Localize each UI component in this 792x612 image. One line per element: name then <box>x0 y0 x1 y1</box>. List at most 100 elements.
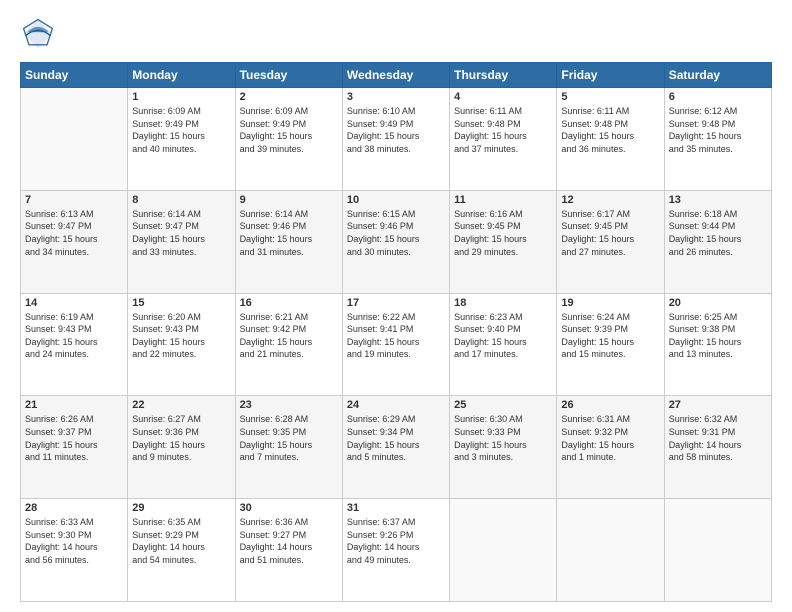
calendar-table: SundayMondayTuesdayWednesdayThursdayFrid… <box>20 62 772 602</box>
day-info: Sunrise: 6:09 AMSunset: 9:49 PMDaylight:… <box>240 105 338 155</box>
day-info: Sunrise: 6:17 AMSunset: 9:45 PMDaylight:… <box>561 208 659 258</box>
day-info: Sunrise: 6:30 AMSunset: 9:33 PMDaylight:… <box>454 413 552 463</box>
calendar-cell: 18 Sunrise: 6:23 AMSunset: 9:40 PMDayligh… <box>450 293 557 396</box>
day-number: 6 <box>669 91 767 103</box>
calendar-cell: 9 Sunrise: 6:14 AMSunset: 9:46 PMDaylight… <box>235 190 342 293</box>
day-number: 7 <box>25 194 123 206</box>
day-number: 19 <box>561 297 659 309</box>
day-number: 28 <box>25 502 123 514</box>
day-number: 20 <box>669 297 767 309</box>
day-number: 22 <box>132 399 230 411</box>
calendar-cell: 21Sunrise: 6:26 AMSunset: 9:37 PMDayligh… <box>21 396 128 499</box>
day-info: Sunrise: 6:10 AMSunset: 9:49 PMDaylight:… <box>347 105 445 155</box>
calendar-day-header: Friday <box>557 63 664 88</box>
calendar-week-row: 28 Sunrise: 6:33 AMSunset: 9:30 PMDayligh… <box>21 499 772 602</box>
day-info: Sunrise: 6:14 AMSunset: 9:46 PMDaylight:… <box>240 208 338 258</box>
logo-icon <box>20 16 56 52</box>
logo <box>20 16 60 52</box>
calendar-cell: 15 Sunrise: 6:20 AMSunset: 9:43 PMDayligh… <box>128 293 235 396</box>
day-info: Sunrise: 6:11 AMSunset: 9:48 PMDaylight:… <box>561 105 659 155</box>
day-info: Sunrise: 6:32 AMSunset: 9:31 PMDaylight:… <box>669 413 767 463</box>
day-number: 27 <box>669 399 767 411</box>
calendar-day-header: Thursday <box>450 63 557 88</box>
calendar-cell: 7 Sunrise: 6:13 AMSunset: 9:47 PMDaylight… <box>21 190 128 293</box>
calendar-day-header: Saturday <box>664 63 771 88</box>
calendar-cell: 20 Sunrise: 6:25 AMSunset: 9:38 PMDayligh… <box>664 293 771 396</box>
day-info: Sunrise: 6:19 AMSunset: 9:43 PMDaylight:… <box>25 311 123 361</box>
day-info: Sunrise: 6:37 AMSunset: 9:26 PMDaylight:… <box>347 516 445 566</box>
calendar-cell: 5 Sunrise: 6:11 AMSunset: 9:48 PMDaylight… <box>557 88 664 191</box>
calendar-day-header: Tuesday <box>235 63 342 88</box>
day-info: Sunrise: 6:16 AMSunset: 9:45 PMDaylight:… <box>454 208 552 258</box>
day-info: Sunrise: 6:21 AMSunset: 9:42 PMDaylight:… <box>240 311 338 361</box>
calendar-cell: 24 Sunrise: 6:29 AMSunset: 9:34 PMDayligh… <box>342 396 449 499</box>
day-info: Sunrise: 6:27 AMSunset: 9:36 PMDaylight:… <box>132 413 230 463</box>
day-number: 26 <box>561 399 659 411</box>
calendar-day-header: Monday <box>128 63 235 88</box>
day-number: 5 <box>561 91 659 103</box>
day-info: Sunrise: 6:24 AMSunset: 9:39 PMDaylight:… <box>561 311 659 361</box>
calendar-cell: 25 Sunrise: 6:30 AMSunset: 9:33 PMDayligh… <box>450 396 557 499</box>
day-number: 24 <box>347 399 445 411</box>
day-info: Sunrise: 6:15 AMSunset: 9:46 PMDaylight:… <box>347 208 445 258</box>
calendar-cell: 28 Sunrise: 6:33 AMSunset: 9:30 PMDayligh… <box>21 499 128 602</box>
day-number: 23 <box>240 399 338 411</box>
header <box>20 16 772 52</box>
calendar-cell: 6 Sunrise: 6:12 AMSunset: 9:48 PMDaylight… <box>664 88 771 191</box>
day-number: 18 <box>454 297 552 309</box>
calendar-cell: 26 Sunrise: 6:31 AMSunset: 9:32 PMDayligh… <box>557 396 664 499</box>
day-info: Sunrise: 6:22 AMSunset: 9:41 PMDaylight:… <box>347 311 445 361</box>
day-info: Sunrise: 6:13 AMSunset: 9:47 PMDaylight:… <box>25 208 123 258</box>
day-info: Sunrise: 6:18 AMSunset: 9:44 PMDaylight:… <box>669 208 767 258</box>
day-info: Sunrise: 6:29 AMSunset: 9:34 PMDaylight:… <box>347 413 445 463</box>
day-number: 30 <box>240 502 338 514</box>
day-info: Sunrise: 6:26 AMSunset: 9:37 PMDaylight:… <box>25 413 123 463</box>
calendar-day-header: Sunday <box>21 63 128 88</box>
calendar-week-row: 21Sunrise: 6:26 AMSunset: 9:37 PMDayligh… <box>21 396 772 499</box>
day-number: 31 <box>347 502 445 514</box>
calendar-cell: 22 Sunrise: 6:27 AMSunset: 9:36 PMDayligh… <box>128 396 235 499</box>
calendar-cell: 16 Sunrise: 6:21 AMSunset: 9:42 PMDayligh… <box>235 293 342 396</box>
calendar-cell: 23 Sunrise: 6:28 AMSunset: 9:35 PMDayligh… <box>235 396 342 499</box>
calendar-cell: 30 Sunrise: 6:36 AMSunset: 9:27 PMDayligh… <box>235 499 342 602</box>
calendar-cell: 3 Sunrise: 6:10 AMSunset: 9:49 PMDaylight… <box>342 88 449 191</box>
day-info: Sunrise: 6:28 AMSunset: 9:35 PMDaylight:… <box>240 413 338 463</box>
calendar-week-row: 14 Sunrise: 6:19 AMSunset: 9:43 PMDayligh… <box>21 293 772 396</box>
day-info: Sunrise: 6:12 AMSunset: 9:48 PMDaylight:… <box>669 105 767 155</box>
calendar-cell: 13 Sunrise: 6:18 AMSunset: 9:44 PMDayligh… <box>664 190 771 293</box>
day-number: 15 <box>132 297 230 309</box>
calendar-cell: 31 Sunrise: 6:37 AMSunset: 9:26 PMDayligh… <box>342 499 449 602</box>
day-number: 25 <box>454 399 552 411</box>
calendar-cell: 8Sunrise: 6:14 AMSunset: 9:47 PMDaylight… <box>128 190 235 293</box>
day-info: Sunrise: 6:11 AMSunset: 9:48 PMDaylight:… <box>454 105 552 155</box>
day-info: Sunrise: 6:25 AMSunset: 9:38 PMDaylight:… <box>669 311 767 361</box>
calendar-cell: 12Sunrise: 6:17 AMSunset: 9:45 PMDayligh… <box>557 190 664 293</box>
day-info: Sunrise: 6:36 AMSunset: 9:27 PMDaylight:… <box>240 516 338 566</box>
calendar-week-row: 7 Sunrise: 6:13 AMSunset: 9:47 PMDaylight… <box>21 190 772 293</box>
day-number: 17 <box>347 297 445 309</box>
day-info: Sunrise: 6:31 AMSunset: 9:32 PMDaylight:… <box>561 413 659 463</box>
day-info: Sunrise: 6:33 AMSunset: 9:30 PMDaylight:… <box>25 516 123 566</box>
day-number: 14 <box>25 297 123 309</box>
day-number: 10 <box>347 194 445 206</box>
calendar-cell <box>21 88 128 191</box>
day-info: Sunrise: 6:20 AMSunset: 9:43 PMDaylight:… <box>132 311 230 361</box>
calendar-cell: 19 Sunrise: 6:24 AMSunset: 9:39 PMDayligh… <box>557 293 664 396</box>
day-info: Sunrise: 6:35 AMSunset: 9:29 PMDaylight:… <box>132 516 230 566</box>
calendar-cell <box>557 499 664 602</box>
day-number: 9 <box>240 194 338 206</box>
calendar-cell: 10 Sunrise: 6:15 AMSunset: 9:46 PMDayligh… <box>342 190 449 293</box>
day-number: 3 <box>347 91 445 103</box>
calendar-cell: 2Sunrise: 6:09 AMSunset: 9:49 PMDaylight… <box>235 88 342 191</box>
day-number: 1 <box>132 91 230 103</box>
calendar-cell: 27 Sunrise: 6:32 AMSunset: 9:31 PMDayligh… <box>664 396 771 499</box>
day-number: 13 <box>669 194 767 206</box>
day-number: 16 <box>240 297 338 309</box>
calendar-header-row: SundayMondayTuesdayWednesdayThursdayFrid… <box>21 63 772 88</box>
day-number: 29 <box>132 502 230 514</box>
calendar-cell <box>450 499 557 602</box>
day-info: Sunrise: 6:14 AMSunset: 9:47 PMDaylight:… <box>132 208 230 258</box>
day-info: Sunrise: 6:23 AMSunset: 9:40 PMDaylight:… <box>454 311 552 361</box>
calendar-cell: 14 Sunrise: 6:19 AMSunset: 9:43 PMDayligh… <box>21 293 128 396</box>
calendar-cell: 17 Sunrise: 6:22 AMSunset: 9:41 PMDayligh… <box>342 293 449 396</box>
